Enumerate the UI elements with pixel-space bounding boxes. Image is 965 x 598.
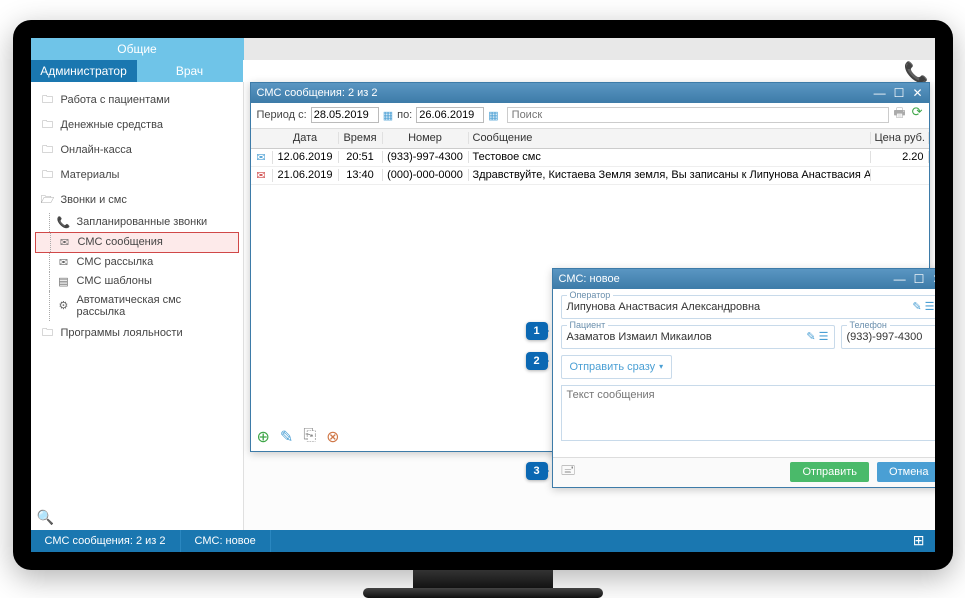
refresh-icon[interactable]: ⟳ xyxy=(912,104,923,126)
sidebar-sub-sms-messages[interactable]: ✉СМС сообщения xyxy=(35,232,239,253)
sidebar-sub-planned-calls[interactable]: 📞Запланированные звонки xyxy=(35,213,239,232)
callout-1: 1 xyxy=(526,322,548,340)
sidebar-sub-sms-templates[interactable]: ▤СМС шаблоны xyxy=(35,272,239,291)
sidebar-sub-auto-sms[interactable]: ⚙Автоматическая смс рассылка xyxy=(35,291,239,321)
edit-icon[interactable]: ✎ xyxy=(280,427,293,447)
table-row[interactable]: ✉ 12.06.2019 20:51 (933)-997-4300 Тестов… xyxy=(251,149,929,167)
edit-icon[interactable]: ✎ xyxy=(806,330,815,343)
sidebar-item-materials[interactable]: 🗀Материалы xyxy=(35,163,239,188)
sidebar: 🗀Работа с пациентами 🗀Денежные средства … xyxy=(31,82,244,530)
gear-icon: ⚙ xyxy=(57,299,71,312)
chevron-down-icon: ▾ xyxy=(659,362,663,371)
sidebar-item-calls-sms[interactable]: 🗁Звонки и смс xyxy=(35,188,239,213)
tab-general[interactable]: Общие xyxy=(31,38,244,60)
header-message[interactable]: Сообщение xyxy=(469,132,871,144)
delete-icon[interactable]: ⊗ xyxy=(326,427,339,447)
status-bar: СМС сообщения: 2 из 2 СМС: новое ⊞ xyxy=(31,530,935,552)
copy-icon[interactable]: ⎘ xyxy=(303,427,316,447)
top-tabs: Общие xyxy=(31,38,935,60)
send-button[interactable]: Отправить xyxy=(790,462,869,482)
message-textarea[interactable] xyxy=(561,385,935,441)
header-date[interactable]: Дата xyxy=(273,132,339,144)
envelope-icon: ✉ xyxy=(251,151,273,164)
tab-admin[interactable]: Администратор xyxy=(31,60,137,82)
date-from-input[interactable] xyxy=(311,107,379,123)
search-input[interactable] xyxy=(507,107,890,123)
folder-icon: 🗀 xyxy=(41,324,55,343)
tab-doctor[interactable]: Врач xyxy=(137,60,243,82)
date-to-input[interactable] xyxy=(416,107,484,123)
folder-icon: 🗀 xyxy=(41,116,55,135)
list-bottom-toolbar: ⊕ ✎ ⎘ ⊗ xyxy=(257,427,340,447)
phone-icon: 📞 xyxy=(57,216,71,229)
filter-bar: Период с: ▦ по: ▦ 🖶 ⟳ xyxy=(251,103,929,129)
period-to-label: по: xyxy=(397,109,412,121)
dialog-title: СМС: новое xyxy=(559,273,620,285)
envelope-icon: ✉ xyxy=(57,256,71,269)
minimize-icon[interactable]: — xyxy=(894,272,906,286)
status-lock-icon[interactable]: ⊞ xyxy=(903,532,935,549)
close-icon[interactable]: ✕ xyxy=(932,272,934,286)
callout-2: 2 xyxy=(526,352,548,370)
main-toolbar: 📞 xyxy=(243,60,935,82)
calendar-icon[interactable]: ▦ xyxy=(383,109,393,122)
template-icon: ▤ xyxy=(57,275,71,288)
envelope-icon: ✉ xyxy=(251,169,273,182)
sidebar-sub-sms-mailing[interactable]: ✉СМС рассылка xyxy=(35,253,239,272)
minimize-icon[interactable]: — xyxy=(874,86,886,100)
calendar-icon[interactable]: ▦ xyxy=(488,109,498,122)
sidebar-item-money[interactable]: 🗀Денежные средства xyxy=(35,113,239,138)
folder-open-icon: 🗁 xyxy=(41,191,55,210)
header-time[interactable]: Время xyxy=(339,132,383,144)
sidebar-item-cashbox[interactable]: 🗀Онлайн-касса xyxy=(35,138,239,163)
patient-field: Пациент Азаматов Измаил Микаилов ✎☰ xyxy=(561,325,835,349)
edit-icon[interactable]: ✎ xyxy=(912,300,921,313)
window-title-bar[interactable]: СМС сообщения: 2 из 2 — ☐ ✕ xyxy=(251,83,929,103)
print-icon[interactable]: 🖶 xyxy=(893,104,905,126)
sms-new-dialog: СМС: новое — ☐ ✕ Оператор Липунова Анаст… xyxy=(552,268,935,488)
send-mode-dropdown[interactable]: Отправить сразу▾ xyxy=(561,355,673,379)
operator-field: Оператор Липунова Анаствасия Александров… xyxy=(561,295,935,319)
period-from-label: Период с: xyxy=(257,109,307,121)
table-row[interactable]: ✉ 21.06.2019 13:40 (000)-000-0000 Здравс… xyxy=(251,167,929,185)
search-icon[interactable]: 🔍 xyxy=(37,509,54,526)
status-left-2[interactable]: СМС: новое xyxy=(181,530,271,552)
sidebar-item-patients[interactable]: 🗀Работа с пациентами xyxy=(35,88,239,113)
window-title: СМС сообщения: 2 из 2 xyxy=(257,87,378,99)
cancel-button[interactable]: Отмена xyxy=(877,462,934,482)
status-left-1[interactable]: СМС сообщения: 2 из 2 xyxy=(31,530,181,552)
envelope-icon: ✉ xyxy=(58,236,72,249)
close-icon[interactable]: ✕ xyxy=(912,86,922,100)
attachment-icon[interactable]: 🖃 xyxy=(561,461,576,483)
add-icon[interactable]: ⊕ xyxy=(257,427,270,447)
list-icon[interactable]: ☰ xyxy=(819,330,829,343)
header-number[interactable]: Номер xyxy=(383,132,469,144)
phone-field: Телефон (933)-997-4300 xyxy=(841,325,935,349)
folder-icon: 🗀 xyxy=(41,91,55,110)
header-price[interactable]: Цена руб. xyxy=(871,132,929,144)
maximize-icon[interactable]: ☐ xyxy=(914,272,925,286)
sidebar-item-loyalty[interactable]: 🗀Программы лояльности xyxy=(35,321,239,346)
folder-icon: 🗀 xyxy=(41,166,55,185)
list-icon[interactable]: ☰ xyxy=(925,300,935,313)
grid-header: Дата Время Номер Сообщение Цена руб. xyxy=(251,129,929,149)
callout-3: 3 xyxy=(526,462,548,480)
dialog-title-bar[interactable]: СМС: новое — ☐ ✕ xyxy=(553,269,935,289)
folder-icon: 🗀 xyxy=(41,141,55,160)
maximize-icon[interactable]: ☐ xyxy=(894,86,905,100)
